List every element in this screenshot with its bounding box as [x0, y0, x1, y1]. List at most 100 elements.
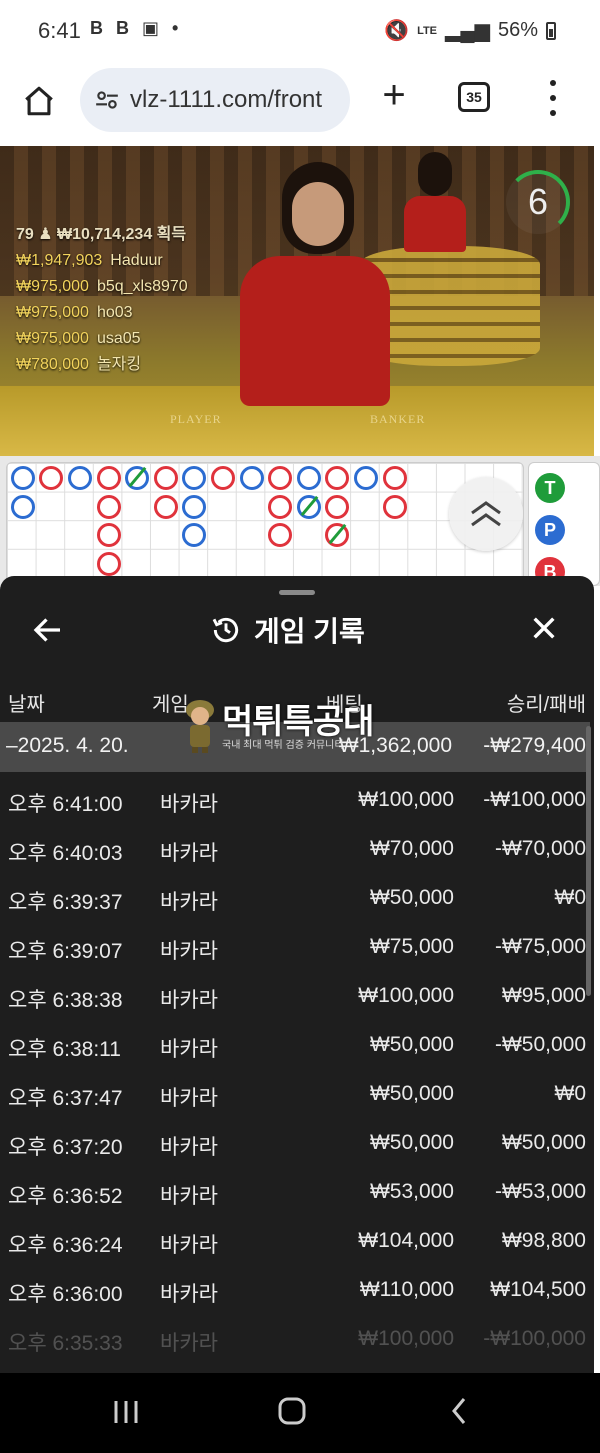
browser-toolbar: vlz-1111.com/front + 35	[0, 62, 600, 146]
table-row[interactable]: 오후 6:39:07 바카라 ₩75,000 -₩75,000	[0, 921, 590, 970]
row-bet: ₩50,000	[369, 1131, 454, 1154]
bet-shortcuts: T P B	[528, 462, 600, 586]
road-dot-banker	[268, 495, 292, 519]
mute-icon: 🔇	[384, 20, 410, 42]
row-result: ₩50,000	[501, 1131, 586, 1154]
road-dot-banker	[97, 466, 121, 490]
row-game: 바카라	[160, 1087, 218, 1110]
row-game: 바카라	[160, 891, 218, 914]
history-icon	[212, 617, 239, 643]
road-dot-player-tie	[125, 466, 149, 490]
countdown-value: 6	[527, 181, 549, 222]
tab-switcher-button[interactable]: 35	[458, 82, 490, 112]
table-row[interactable]: 오후 6:41:00 바카라 ₩100,000 -₩100,000	[0, 774, 590, 823]
row-bet: ₩100,000	[358, 984, 454, 1007]
address-bar[interactable]: vlz-1111.com/front	[80, 68, 350, 132]
row-time: 오후 6:40:03	[8, 842, 123, 865]
row-time: 오후 6:41:00	[8, 793, 123, 816]
roadmap-area: T P B	[0, 456, 600, 586]
row-time: 오후 6:35:33	[8, 1332, 123, 1355]
table-row[interactable]: 오후 6:36:00 바카라 ₩110,000 ₩104,500	[0, 1264, 590, 1313]
table-row[interactable]: 오후 6:37:20 바카라 ₩50,000 ₩50,000	[0, 1117, 590, 1166]
winner-amount: ₩975,000	[16, 330, 89, 347]
row-result: -₩100,000	[483, 1327, 586, 1350]
winner-name: Haduur	[110, 252, 163, 269]
expand-roadmap-button[interactable]	[449, 477, 523, 551]
road-dot-player	[240, 466, 264, 490]
row-bet: ₩100,000	[358, 1327, 454, 1350]
table-row[interactable]: 오후 6:37:47 바카라 ₩50,000 ₩0	[0, 1068, 590, 1117]
row-bet: ₩110,000	[359, 1278, 454, 1301]
new-tab-button[interactable]: +	[374, 75, 414, 116]
road-dot-banker	[268, 523, 292, 547]
row-result: -₩50,000	[494, 1033, 586, 1056]
row-result: -₩53,000	[494, 1180, 586, 1203]
table-row[interactable]: 오후 6:36:24 바카라 ₩104,000 ₩98,800	[0, 1215, 590, 1264]
back-nav-button[interactable]	[440, 1395, 480, 1431]
recents-button[interactable]	[106, 1395, 146, 1431]
row-result: ₩0	[554, 886, 587, 909]
row-time: 오후 6:37:20	[8, 1136, 123, 1159]
drag-handle[interactable]	[279, 590, 315, 595]
row-time: 오후 6:38:11	[8, 1038, 121, 1061]
road-dot-player	[297, 466, 321, 490]
road-dot-banker-tie	[325, 523, 349, 547]
row-game: 바카라	[160, 1332, 218, 1355]
site-settings-icon[interactable]	[94, 87, 120, 113]
row-game: 바카라	[160, 940, 218, 963]
back-button[interactable]	[30, 612, 66, 648]
row-game: 바카라	[160, 842, 218, 865]
winner-name: usa05	[96, 330, 141, 347]
battery-level: 56%	[497, 19, 538, 41]
road-dot-player	[68, 466, 92, 490]
status-bar: 6:41 B B ▣ • 🔇 LTE ▂▄▆ 56%	[0, 0, 600, 62]
winner-amount: ₩975,000	[16, 278, 89, 295]
row-game: 바카라	[160, 1234, 218, 1257]
signal-icon: ▂▄▆	[445, 20, 490, 42]
row-bet: ₩50,000	[369, 886, 454, 909]
close-button[interactable]	[528, 612, 564, 648]
row-time: 오후 6:36:00	[8, 1283, 123, 1306]
tie-button[interactable]: T	[535, 473, 565, 503]
banker-table-label: BANKER	[370, 412, 426, 426]
road-dot-player	[182, 495, 206, 519]
home-square-icon	[278, 1397, 306, 1425]
table-row[interactable]: 오후 6:39:37 바카라 ₩50,000 ₩0	[0, 872, 590, 921]
row-game: 바카라	[160, 989, 218, 1012]
bead-road[interactable]	[6, 462, 524, 586]
battery-icon	[546, 21, 556, 40]
row-result: ₩95,000	[501, 984, 586, 1007]
history-rows: 오후 6:41:00 바카라 ₩100,000 -₩100,000 오후 6:40:0…	[0, 774, 590, 1362]
table-row[interactable]: 오후 6:38:38 바카라 ₩100,000 ₩95,000	[0, 970, 590, 1019]
close-icon	[533, 617, 555, 639]
player-button[interactable]: P	[535, 515, 565, 545]
row-game: 바카라	[160, 1283, 218, 1306]
live-dealer-video[interactable]: PLAYER BANKER 6 79 ♟ ₩10,714,234 획득 ₩1,9…	[0, 146, 594, 456]
road-dot-banker	[268, 466, 292, 490]
winner-name: ho03	[96, 304, 133, 321]
network-label: LTE	[417, 24, 438, 37]
url-text[interactable]: vlz-1111.com/front	[130, 86, 340, 114]
arrow-left-icon	[33, 618, 60, 642]
home-button[interactable]	[18, 80, 60, 122]
winner-name: 놀자킹	[96, 356, 142, 373]
table-row[interactable]: 오후 6:38:11 바카라 ₩50,000 -₩50,000	[0, 1019, 590, 1068]
table-row[interactable]: 오후 6:36:52 바카라 ₩53,000 -₩53,000	[0, 1166, 590, 1215]
road-dot-player	[354, 466, 378, 490]
browser-menu-button[interactable]	[540, 76, 566, 120]
row-game: 바카라	[160, 1038, 218, 1061]
row-result: ₩104,500	[490, 1278, 586, 1301]
road-dot-banker	[325, 466, 349, 490]
column-date: 날짜	[8, 694, 45, 716]
table-row[interactable]: 오후 6:35:33 바카라 ₩100,000 -₩100,000	[0, 1313, 590, 1362]
system-nav-bar	[0, 1373, 600, 1453]
home-nav-button[interactable]	[272, 1395, 312, 1431]
winner-amount: ₩975,000	[16, 304, 89, 321]
row-result: ₩98,800	[501, 1229, 586, 1252]
road-dot-banker	[325, 495, 349, 519]
table-row[interactable]: 오후 6:40:03 바카라 ₩70,000 -₩70,000	[0, 823, 590, 872]
road-dot-player	[182, 466, 206, 490]
sheet-header: 게임 기록	[210, 610, 365, 650]
winner-amount: ₩780,000	[16, 356, 89, 373]
scrollbar[interactable]	[586, 726, 591, 996]
